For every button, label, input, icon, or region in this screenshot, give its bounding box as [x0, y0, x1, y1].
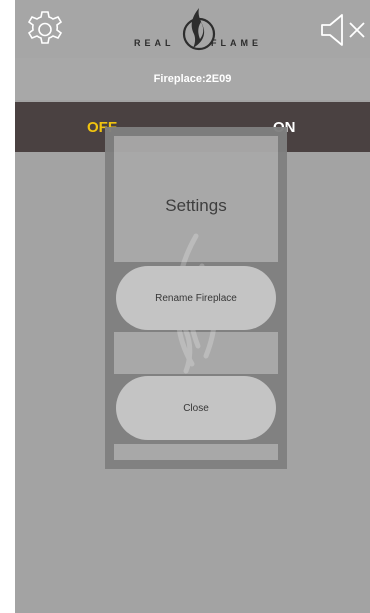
close-button[interactable]: Close — [116, 376, 276, 440]
modal-footer — [114, 444, 278, 460]
brand-text-right: FLAME — [211, 38, 262, 48]
fireplace-name: Fireplace:2E09 — [15, 58, 370, 100]
settings-modal-body: Settings Rename Fireplace Close — [114, 136, 278, 460]
brand-logo: REAL FLAME — [128, 6, 268, 52]
speaker-muted-icon[interactable] — [320, 13, 370, 47]
rename-fireplace-button[interactable]: Rename Fireplace — [116, 266, 276, 330]
app-screen: REAL FLAME Fireplace:2E09 OFF ON Setting… — [15, 0, 370, 613]
top-bar: REAL FLAME — [15, 0, 370, 58]
gear-icon[interactable] — [25, 9, 65, 49]
modal-title: Settings — [165, 196, 227, 215]
brand-text-left: REAL — [134, 38, 175, 48]
settings-modal: Settings Rename Fireplace Close — [105, 127, 287, 469]
